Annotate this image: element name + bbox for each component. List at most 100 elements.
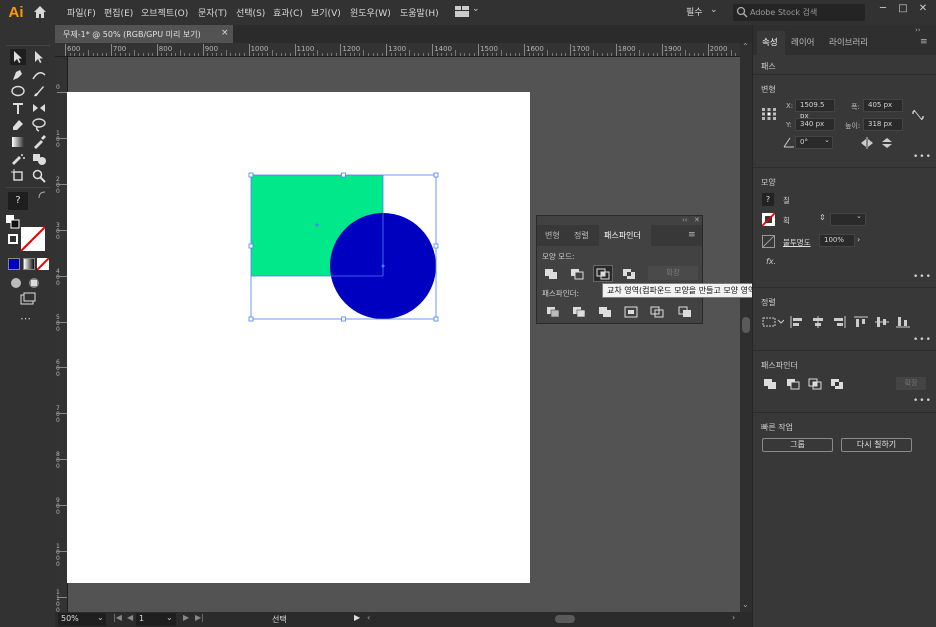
align-right-icon[interactable] [832,316,846,328]
exclude-icon[interactable] [621,267,637,281]
artboard-number-select[interactable]: 1 ⌄ [136,613,176,626]
opacity-field[interactable]: 100% [819,234,855,247]
width-tool-icon[interactable] [31,100,47,116]
menu-select[interactable]: 선택(S) [236,6,265,19]
workspace-layout-icon[interactable] [455,6,469,17]
flip-vertical-icon[interactable] [880,137,894,149]
next-artboard-icon[interactable]: ▶ [183,613,189,622]
divide-icon[interactable] [545,305,561,319]
tab-transform[interactable]: 변형 [545,230,560,241]
status-menu-icon[interactable]: ▶ [354,613,360,622]
first-artboard-icon[interactable]: |◀ [113,613,122,622]
merge-icon[interactable] [597,305,613,319]
menu-window[interactable]: 윈도우(W) [350,6,391,19]
close-panel-icon[interactable]: ✕ [694,216,700,224]
opacity-label[interactable]: 불투명도 [783,237,811,248]
menu-edit[interactable]: 편집(E) [104,6,133,19]
tab-layers[interactable]: 레이어 [791,36,814,48]
chevron-down-icon[interactable]: ⌄ [824,136,830,144]
align-vertical-center-icon[interactable] [875,316,889,328]
eyedropper-tool-icon[interactable] [31,134,47,150]
panel-menu-icon[interactable]: ≡ [688,230,696,240]
more-tools-icon[interactable]: ⋯ [20,312,31,325]
group-button[interactable]: 그룹 [762,438,833,452]
pathfinder-expand-button[interactable]: 확장 [896,377,926,390]
lasso-tool-icon[interactable] [31,117,47,133]
symbol-sprayer-tool-icon[interactable] [10,151,26,167]
vertical-scrollbar[interactable]: ⌃ ⌄ [740,42,752,612]
last-artboard-icon[interactable]: ▶| [195,613,204,622]
home-icon[interactable] [32,4,48,20]
stroke-weight-stepper[interactable]: ⇕ [819,213,826,222]
ellipse-tool-icon[interactable] [10,83,26,99]
chevron-down-icon[interactable]: ⌄ [472,4,480,14]
pen-tool-icon[interactable] [10,67,26,83]
selection-tool-icon[interactable] [10,49,26,65]
fill-stroke-swatch[interactable] [20,226,46,252]
scroll-down-icon[interactable]: ⌄ [742,600,749,609]
more-options-icon[interactable]: ••• [913,396,932,406]
expand-button[interactable]: 확장 [648,266,698,280]
trim-icon[interactable] [571,305,587,319]
collapse-panel-icon[interactable]: ‹‹ [682,216,688,224]
scroll-right-icon[interactable]: › [732,613,735,622]
workspace-label[interactable]: 필수 [686,5,703,18]
more-options-icon[interactable]: ••• [913,335,932,345]
tab-pathfinder[interactable]: 패스파인더 [604,230,641,241]
horizontal-scroll-thumb[interactable] [555,615,575,623]
prev-artboard-icon[interactable]: ◀ [127,613,133,622]
collapse-panel-icon[interactable]: ›› [915,26,921,34]
align-bottom-icon[interactable] [896,316,910,328]
close-icon[interactable]: × [221,28,229,38]
reference-point-icon[interactable] [762,108,776,120]
tab-align[interactable]: 정렬 [574,230,589,241]
minus-front-icon[interactable] [569,267,585,281]
menu-view[interactable]: 보기(V) [311,6,341,19]
tab-libraries[interactable]: 라이브러리 [829,36,868,48]
gradient-tool-icon[interactable] [10,134,26,150]
document-tab[interactable]: 무제-1* @ 50% (RGB/GPU 미리 보기) × [55,25,233,43]
align-to-selection-icon[interactable] [762,316,784,328]
swap-fill-stroke-icon[interactable] [37,190,47,200]
x-field[interactable]: 1509.5 px [795,99,835,120]
width-field[interactable]: 405 px [863,99,903,112]
fx-effects-icon[interactable]: fx. [766,257,776,266]
close-window-button[interactable]: ✕ [915,3,931,17]
artwork-selection[interactable] [240,165,450,330]
align-horizontal-center-icon[interactable] [811,316,825,328]
outline-icon[interactable] [649,305,665,319]
intersect-icon[interactable] [595,267,611,281]
stock-search-input[interactable]: Adobe Stock 검색 [733,4,865,21]
menu-help[interactable]: 도움말(H) [400,6,439,19]
panel-menu-icon[interactable]: ≡ [920,37,928,47]
constrain-proportions-icon[interactable] [911,109,925,121]
unite-icon[interactable] [763,378,777,390]
shape-builder-tool-icon[interactable] [31,151,47,167]
default-colors-icon[interactable] [6,215,20,229]
screen-mode-icon[interactable] [20,291,36,307]
y-field[interactable]: 340 px [795,118,835,131]
draw-inside-icon[interactable] [26,275,42,291]
scrollbar-thumb[interactable] [742,317,750,333]
chevron-down-icon[interactable]: ⌄ [856,212,862,220]
maximize-button[interactable]: □ [895,3,911,17]
align-left-icon[interactable] [790,316,804,328]
flip-horizontal-icon[interactable] [860,137,874,149]
none-mode-icon[interactable] [37,258,49,270]
exclude-icon[interactable] [830,378,844,390]
minus-back-icon[interactable] [677,305,693,319]
color-mode-icon[interactable] [8,258,20,270]
type-tool-icon[interactable] [10,100,26,116]
crop-icon[interactable] [623,305,639,319]
artboard-tool-icon[interactable] [10,168,26,184]
eraser-tool-icon[interactable] [10,117,26,133]
menu-effect[interactable]: 효과(C) [273,6,303,19]
direct-selection-tool-icon[interactable] [31,49,47,65]
minus-front-icon[interactable] [786,378,800,390]
scroll-left-icon[interactable]: ‹ [367,613,370,622]
fill-mixed-swatch[interactable]: ? [762,193,774,206]
tab-properties[interactable]: 속성 [762,36,778,48]
help-question-icon[interactable]: ? [8,192,28,210]
draw-mode-icon[interactable] [8,275,24,291]
gradient-mode-icon[interactable] [23,258,35,270]
